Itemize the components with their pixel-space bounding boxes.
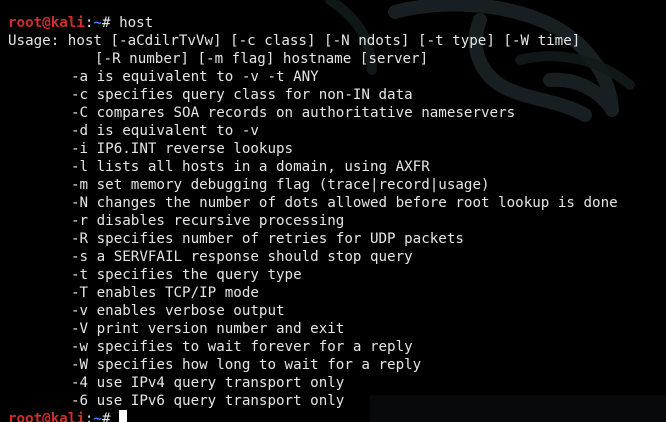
option-line: -V print version number and exit (71, 321, 345, 337)
prompt-user-host: root@kali (8, 411, 85, 422)
option-line: -C compares SOA records on authoritative… (71, 105, 516, 121)
option-line: -i IP6.INT reverse lookups (71, 141, 294, 157)
prompt-line: root@kali:~# host (8, 14, 666, 32)
option-line: -w specifies to wait forever for a reply (71, 339, 413, 355)
prompt-user-host: root@kali (8, 15, 85, 31)
option-line: -c specifies query class for non-IN data (71, 87, 413, 103)
option-line: -t specifies the query type (71, 267, 302, 283)
prompt-symbol: # (101, 411, 120, 422)
terminal-output: root@kali:~# host Usage: host [-aCdilrTv… (8, 14, 666, 410)
usage-line-2: [-R number] [-m flag] hostname [server] (95, 51, 429, 67)
prompt-path: ~ (93, 15, 102, 31)
prompt-symbol: # (101, 15, 120, 31)
active-prompt-line[interactable]: root@kali:~# (8, 410, 128, 422)
option-line: -6 use IPv6 query transport only (71, 393, 345, 409)
prompt-path: ~ (93, 411, 102, 422)
option-line: -d is equivalent to -v (71, 123, 259, 139)
option-line: -N changes the number of dots allowed be… (71, 195, 618, 211)
text-cursor[interactable] (119, 410, 128, 422)
option-line: -a is equivalent to -v -t ANY (71, 69, 319, 85)
option-line: -W specifies how long to wait for a repl… (71, 357, 422, 373)
option-line: -r disables recursive processing (71, 213, 345, 229)
option-line: -m set memory debugging flag (trace|reco… (71, 177, 490, 193)
usage-line-1: Usage: host [-aCdilrTvVw] [-c class] [-N… (8, 33, 581, 49)
option-line: -l lists all hosts in a domain, using AX… (71, 159, 430, 175)
option-line: -s a SERVFAIL response should stop query (71, 249, 413, 265)
option-line: -v enables verbose output (71, 303, 285, 319)
option-line: -4 use IPv4 query transport only (71, 375, 345, 391)
entered-command: host (119, 15, 154, 31)
terminal-window[interactable]: root@kali:~# host Usage: host [-aCdilrTv… (0, 0, 666, 422)
option-line: -T enables TCP/IP mode (71, 285, 259, 301)
option-line: -R specifies number of retries for UDP p… (71, 231, 464, 247)
